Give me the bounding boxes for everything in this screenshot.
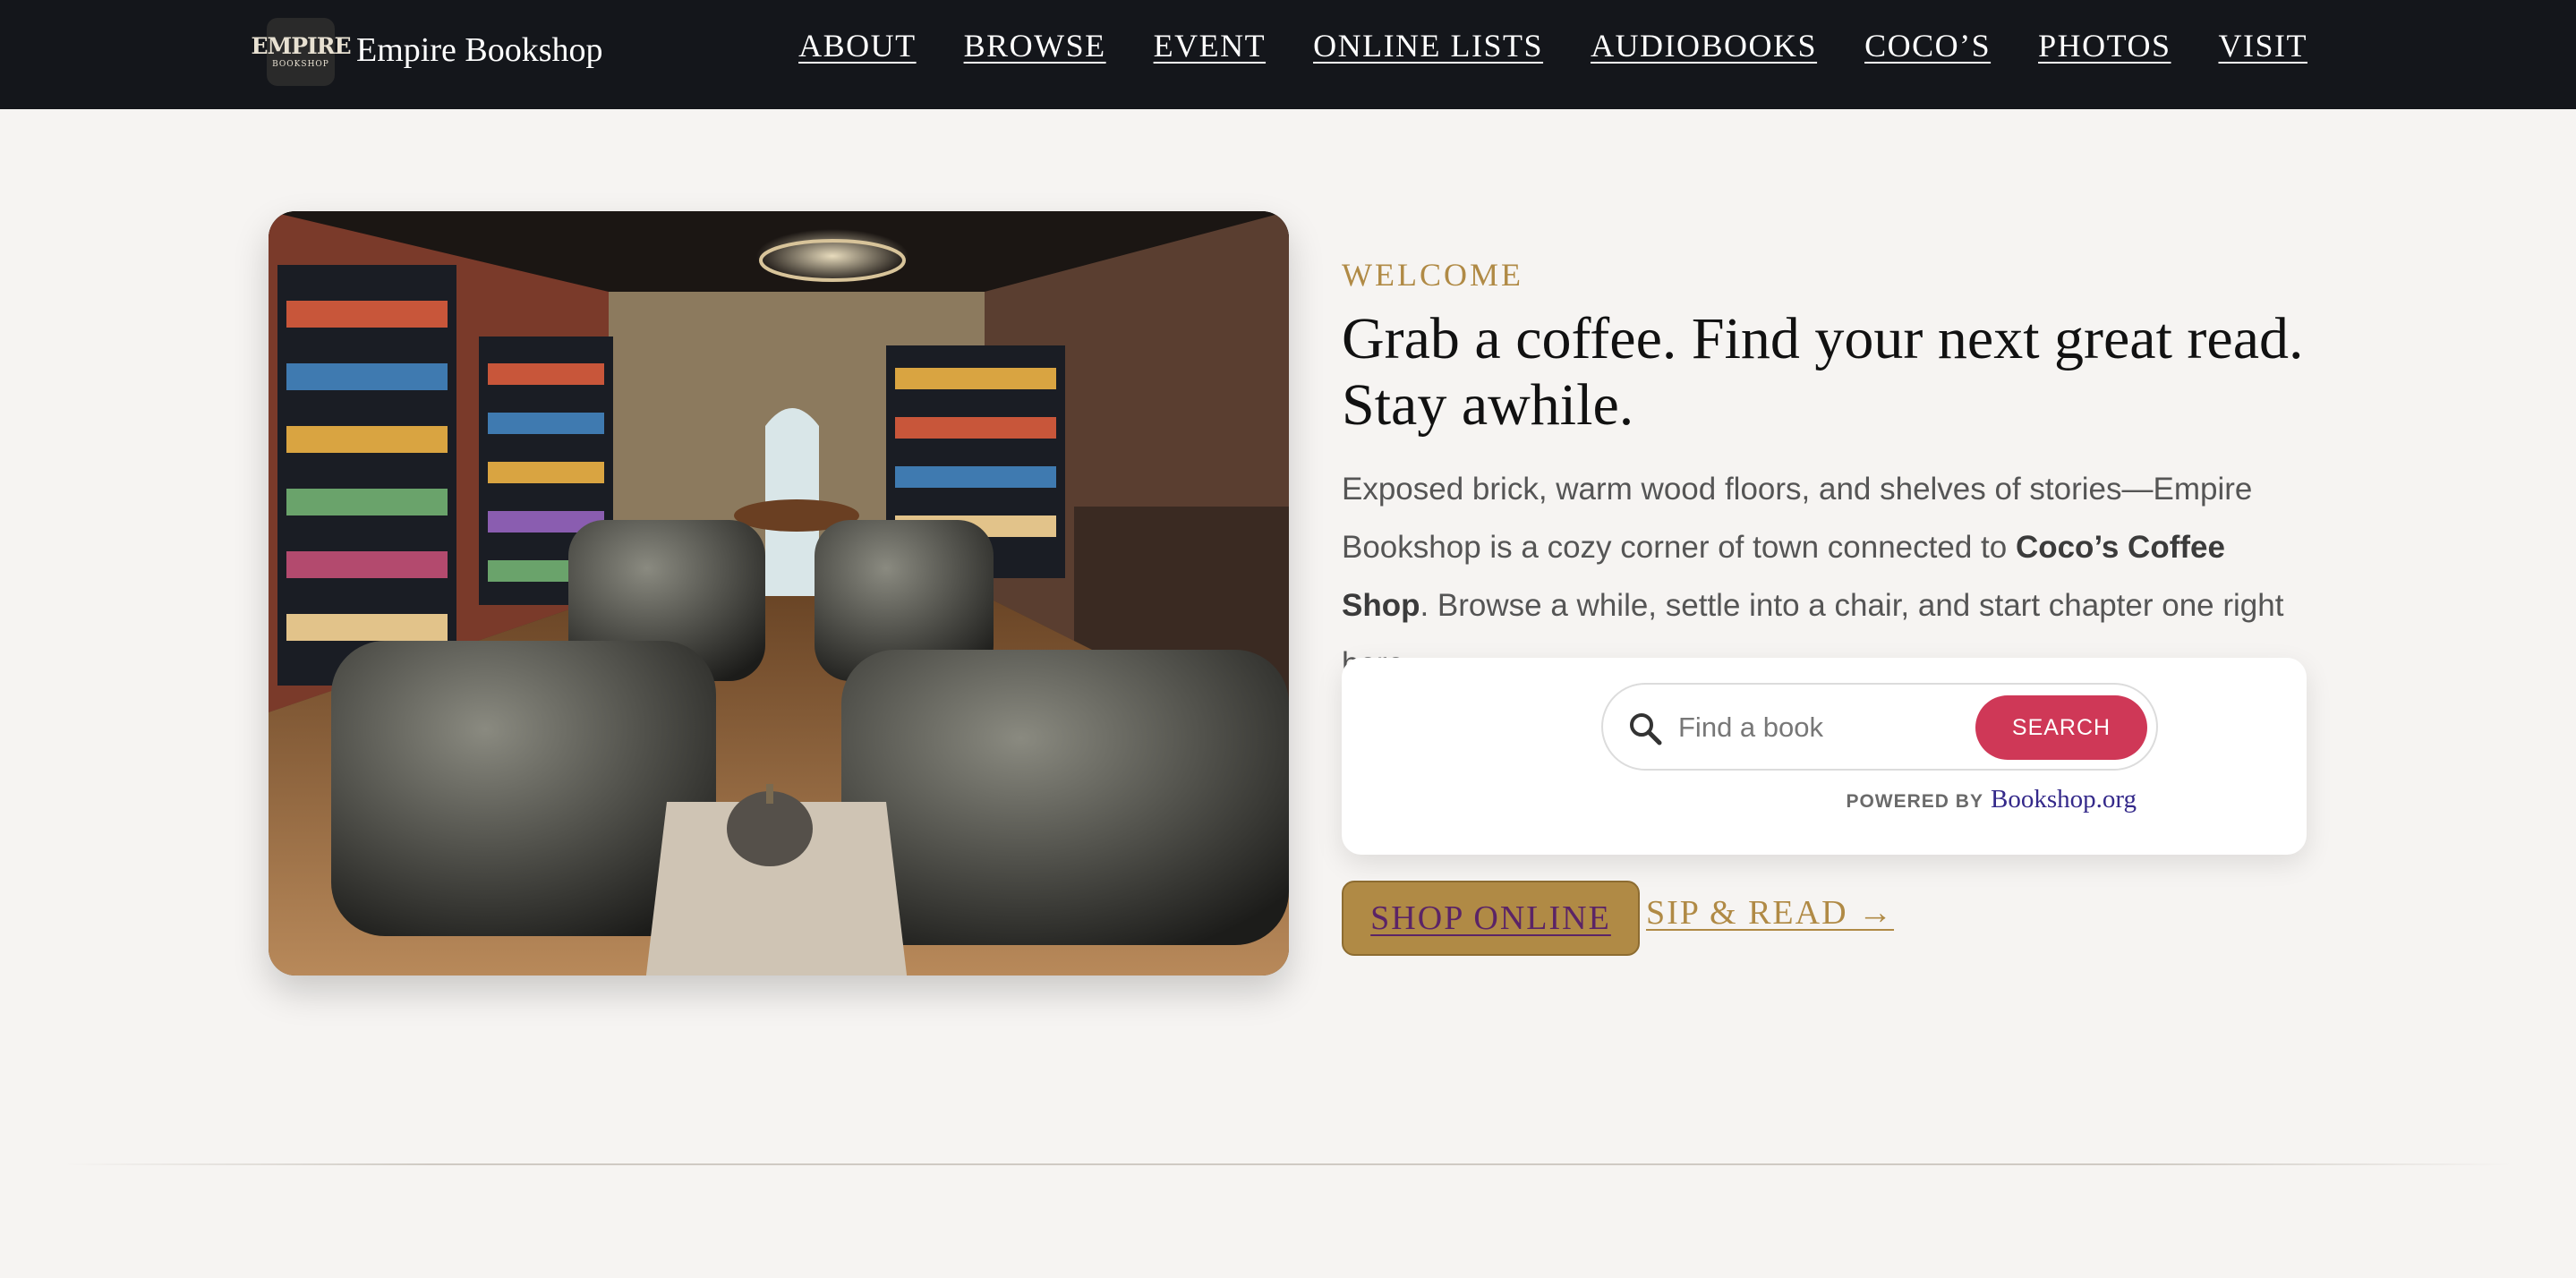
book-search-card: SEARCH POWERED BY Bookshop.org [1342, 658, 2307, 855]
welcome-eyebrow: WELCOME [1342, 257, 1523, 293]
nav-browse[interactable]: BROWSE [964, 27, 1106, 64]
search-icon [1628, 711, 1662, 750]
nav-cocos[interactable]: COCO’S [1864, 27, 1991, 64]
site-header: EMPIRE BOOKSHOP Empire Bookshop ABOUT BR… [0, 0, 2576, 109]
bookshop-interior-photo [269, 211, 1289, 976]
logo-wordmark: EMPIRE [251, 33, 351, 59]
section-divider [63, 1163, 2513, 1165]
brand-name[interactable]: Empire Bookshop [356, 30, 602, 70]
search-button[interactable]: SEARCH [1975, 695, 2147, 760]
nav-audiobooks[interactable]: AUDIOBOOKS [1591, 27, 1817, 64]
hero-headline: Grab a coffee. Find your next great read… [1342, 306, 2304, 438]
nav-about[interactable]: ABOUT [798, 27, 917, 64]
nav-event[interactable]: EVENT [1154, 27, 1266, 64]
logo-subtitle: BOOKSHOP [272, 60, 329, 69]
search-bar: SEARCH [1601, 683, 2158, 771]
powered-by: POWERED BY Bookshop.org [1846, 785, 2137, 814]
nav-online-lists[interactable]: ONLINE LISTS [1313, 27, 1543, 64]
bookshop-logo[interactable]: EMPIRE BOOKSHOP [251, 18, 352, 86]
nav-photos[interactable]: PHOTOS [2038, 27, 2171, 64]
bookshop-org-link[interactable]: Bookshop.org [1991, 785, 2137, 814]
nav-visit[interactable]: VISIT [2219, 27, 2308, 64]
sip-and-read-link[interactable]: SIP & READ → [1646, 893, 1894, 933]
main-nav: ABOUT BROWSE EVENT ONLINE LISTS AUDIOBOO… [798, 27, 2307, 64]
powered-by-label: POWERED BY [1846, 791, 1983, 812]
shop-online-button[interactable]: SHOP ONLINE [1342, 881, 1640, 956]
search-input[interactable] [1676, 704, 1975, 751]
hero-copy: WELCOME Grab a coffee. Find your next gr… [1342, 256, 2308, 693]
